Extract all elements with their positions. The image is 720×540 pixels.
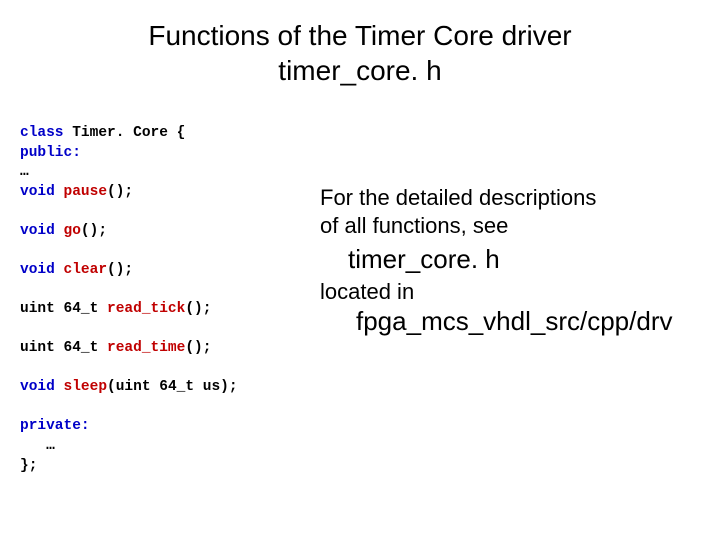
keyword-void: void	[20, 379, 64, 395]
arg-type-uint64: uint 64_t	[116, 379, 203, 395]
punc: ();	[185, 301, 211, 317]
punc: ();	[185, 340, 211, 356]
type-uint64: uint 64_t	[20, 301, 107, 317]
title-block: Functions of the Timer Core driver timer…	[20, 18, 700, 88]
description-path: fpga_mcs_vhdl_src/cpp/drv	[320, 305, 700, 338]
punc: ();	[107, 262, 133, 278]
keyword-private: private:	[20, 418, 90, 434]
keyword-void: void	[20, 223, 64, 239]
title-line2: timer_core. h	[20, 53, 700, 88]
description-line: For the detailed descriptions	[320, 184, 700, 212]
description-located-in: located in	[320, 278, 700, 306]
title-line1: Functions of the Timer Core driver	[20, 18, 700, 53]
class-name: Timer. Core	[72, 125, 176, 141]
punc: ();	[81, 223, 107, 239]
ellipsis-private: …	[20, 438, 55, 454]
fn-read-tick: read_tick	[107, 301, 185, 317]
fn-go: go	[64, 223, 81, 239]
punc: );	[220, 379, 237, 395]
brace-open: {	[177, 125, 186, 141]
code-column: class Timer. Core { public: … void pause…	[20, 116, 320, 476]
keyword-void: void	[20, 262, 64, 278]
content-columns: class Timer. Core { public: … void pause…	[20, 116, 700, 476]
description-column: For the detailed descriptions of all fun…	[320, 116, 700, 476]
ellipsis-public: …	[20, 164, 29, 180]
punc: ();	[107, 184, 133, 200]
brace-close: };	[20, 458, 37, 474]
fn-clear: clear	[64, 262, 108, 278]
description-line: of all functions, see	[320, 212, 700, 240]
description-filename: timer_core. h	[320, 243, 700, 276]
fn-read-time: read_time	[107, 340, 185, 356]
keyword-public: public:	[20, 145, 81, 161]
type-uint64: uint 64_t	[20, 340, 107, 356]
keyword-void: void	[20, 184, 64, 200]
slide: Functions of the Timer Core driver timer…	[0, 0, 720, 540]
fn-sleep: sleep	[64, 379, 108, 395]
paren-open: (	[107, 379, 116, 395]
keyword-class: class	[20, 125, 72, 141]
code-block: class Timer. Core { public: … void pause…	[20, 124, 320, 476]
arg-us: us	[203, 379, 220, 395]
fn-pause: pause	[64, 184, 108, 200]
